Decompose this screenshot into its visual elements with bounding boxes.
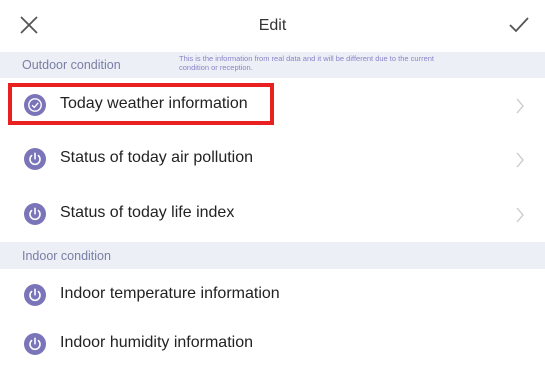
power-icon <box>24 148 46 170</box>
chevron-right-icon <box>515 98 525 114</box>
list-item-label: Status of today life index <box>60 204 235 221</box>
section-outdoor-header: Outdoor condition This is the informatio… <box>0 52 545 78</box>
list-item-label: Indoor temperature information <box>60 285 280 302</box>
checkmark-icon[interactable] <box>507 14 531 36</box>
list-item-indoor-humidity[interactable]: Indoor humidity information <box>0 323 545 377</box>
list-item-label: Today weather information <box>60 95 248 112</box>
section-indoor-label: Indoor condition <box>22 249 111 263</box>
section-note-line2: condition or reception. <box>179 63 253 72</box>
section-outdoor-label: Outdoor condition <box>22 58 121 72</box>
list-item-label: Status of today air pollution <box>60 149 254 166</box>
power-icon <box>24 203 46 225</box>
check-circle-icon <box>24 94 46 116</box>
section-outdoor-note: This is the information from real data a… <box>179 54 519 72</box>
list-item-air-pollution[interactable]: Status of today air pollution <box>0 133 545 188</box>
top-bar: Edit <box>0 0 545 53</box>
section-indoor-header: Indoor condition <box>0 242 545 269</box>
section-note-line1: This is the information from real data a… <box>179 54 434 63</box>
list-item-label: Indoor humidity information <box>60 334 253 351</box>
chevron-right-icon <box>515 207 525 223</box>
list-item-indoor-temperature[interactable]: Indoor temperature information <box>0 269 545 324</box>
list-item-today-weather[interactable]: Today weather information <box>0 78 545 134</box>
chevron-right-icon <box>515 152 525 168</box>
power-icon <box>24 333 46 355</box>
list-item-life-index[interactable]: Status of today life index <box>0 187 545 243</box>
page-title: Edit <box>258 17 287 34</box>
power-icon <box>24 284 46 306</box>
